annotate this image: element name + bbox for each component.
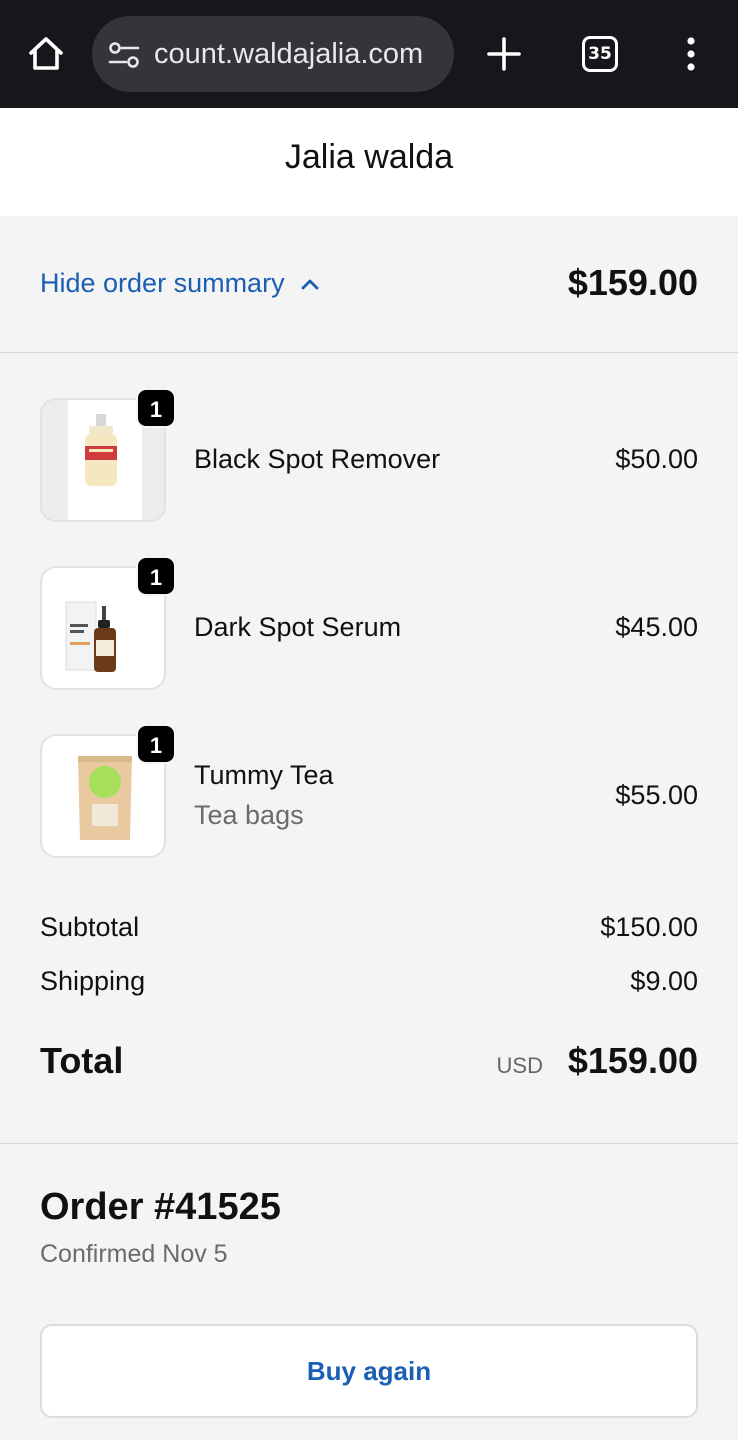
total-label: Total [40, 1040, 124, 1081]
toggle-label: Hide order summary [40, 268, 285, 298]
order-status: Confirmed Nov 5 [40, 1240, 228, 1268]
item-name: Dark Spot Serum [194, 612, 402, 642]
tab-switcher-button[interactable]: 35 [582, 36, 618, 72]
line-item: 1 Dark Spot Serum $45.00 [40, 556, 698, 690]
item-name: Black Spot Remover [194, 444, 441, 474]
chevron-up-icon [301, 279, 318, 289]
shipping-value: $9.00 [630, 966, 698, 996]
url-text[interactable]: count.waldajalia.com [154, 38, 444, 71]
subtotal-value: $150.00 [600, 912, 698, 942]
order-number: Order #41525 [40, 1186, 281, 1228]
quantity-badge: 1 [136, 556, 176, 596]
hide-order-summary-button[interactable]: Hide order summary [40, 268, 321, 299]
item-price: $55.00 [615, 780, 698, 810]
order-summary-toggle-bar: Hide order summary $159.00 [0, 216, 738, 353]
home-icon[interactable] [26, 34, 66, 74]
new-tab-icon[interactable] [486, 36, 522, 72]
summary-total: $159.00 [567, 262, 698, 303]
buy-again-button[interactable]: Buy again [40, 1324, 698, 1418]
total-currency: USD [496, 1053, 543, 1078]
more-menu-icon[interactable] [680, 36, 702, 72]
browser-toolbar: count.waldajalia.com 35 [0, 0, 738, 108]
line-item: 1 Black Spot Remover $50.00 [40, 388, 698, 522]
address-bar[interactable]: count.waldajalia.com [92, 16, 454, 92]
quantity-badge: 1 [136, 724, 176, 764]
shipping-label: Shipping [40, 966, 146, 996]
store-header: Jalia walda [0, 108, 738, 216]
subtotal-label: Subtotal [40, 912, 140, 942]
store-name[interactable]: Jalia walda [0, 138, 738, 177]
subtotal-row: Subtotal $150.00 [40, 912, 698, 943]
total-value: $159.00 [567, 1040, 698, 1081]
item-price: $50.00 [615, 444, 698, 474]
line-item: 1 Tummy Tea Tea bags $55.00 [40, 724, 698, 858]
shipping-row: Shipping $9.00 [40, 966, 698, 997]
site-settings-icon[interactable] [108, 42, 140, 68]
item-price: $45.00 [615, 612, 698, 642]
item-variant: Tea bags [194, 800, 304, 830]
item-name: Tummy Tea [194, 760, 334, 790]
section-divider [0, 1143, 738, 1144]
quantity-badge: 1 [136, 388, 176, 428]
